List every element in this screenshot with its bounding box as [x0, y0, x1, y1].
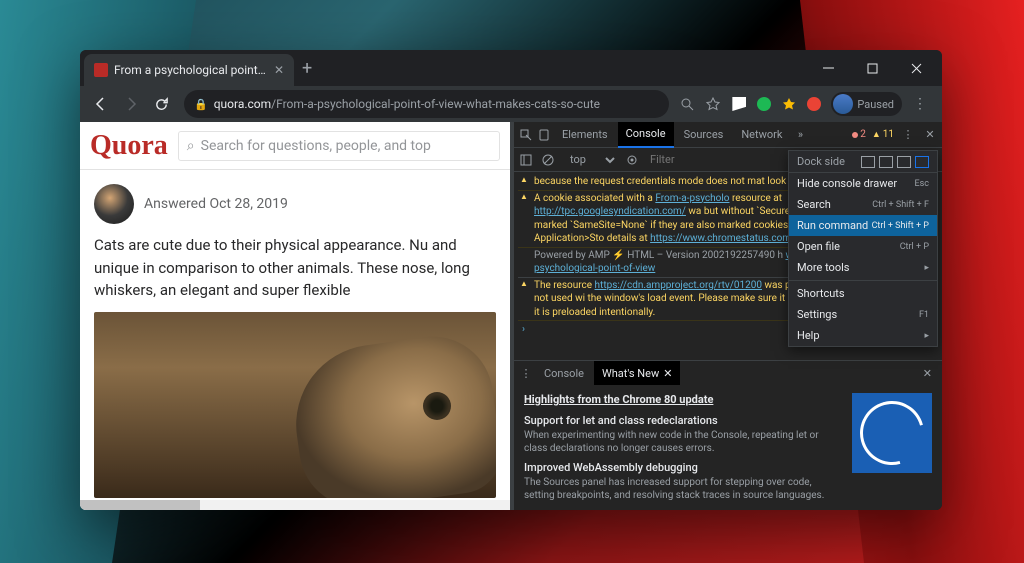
extension-flag-icon[interactable] [731, 96, 747, 112]
dock-side-row: Dock side [789, 151, 937, 173]
drawer-paragraph: When experimenting with new code in the … [524, 429, 842, 455]
dock-undock-icon[interactable] [861, 156, 875, 168]
menu-item-settings[interactable]: SettingsF1 [789, 304, 937, 325]
dock-bottom-icon[interactable] [897, 156, 911, 168]
menu-item-run-command[interactable]: Run commandCtrl + Shift + P [789, 215, 937, 236]
device-icon[interactable] [536, 127, 552, 143]
profile-label: Paused [857, 98, 894, 111]
titlebar: From a psychological point of vie ✕ + [80, 50, 942, 86]
search-placeholder: Search for questions, people, and top [201, 138, 431, 154]
answered-date: Answered Oct 28, 2019 [144, 196, 288, 212]
inspect-icon[interactable] [518, 127, 534, 143]
menu-button[interactable]: ⋮ [912, 96, 928, 112]
tab-close-icon[interactable]: ✕ [663, 367, 672, 380]
console-sidebar-icon[interactable] [518, 152, 534, 168]
dock-left-icon[interactable] [879, 156, 893, 168]
drawer-heading: Support for let and class redeclarations [524, 414, 842, 427]
maximize-button[interactable] [850, 53, 894, 83]
tab-elements[interactable]: Elements [554, 122, 616, 148]
warning-badge[interactable]: ▲11 [872, 129, 894, 140]
close-button[interactable] [894, 53, 938, 83]
menu-item-help[interactable]: Help▸ [789, 325, 937, 346]
context-select[interactable]: top [562, 151, 618, 169]
menu-item-open-file[interactable]: Open fileCtrl + P [789, 236, 937, 257]
tab-network[interactable]: Network [733, 122, 790, 148]
drawer-tabs: ⋮ Console What's New ✕ ✕ [514, 361, 942, 385]
extension-star-icon[interactable] [781, 96, 797, 112]
chrome-window: From a psychological point of vie ✕ + 🔒 … [80, 50, 942, 510]
more-tabs-icon[interactable]: » [792, 127, 808, 143]
drawer-tab-console[interactable]: Console [536, 361, 592, 385]
lock-icon: 🔒 [194, 98, 208, 111]
menu-item-more-tools[interactable]: More tools▸ [789, 257, 937, 278]
devtools-close-icon[interactable]: ✕ [922, 127, 938, 143]
settings-icon[interactable]: ⋮ [900, 127, 916, 143]
menu-separator [789, 280, 937, 281]
quora-search[interactable]: ⌕ Search for questions, people, and top [178, 131, 500, 161]
favicon-icon [94, 63, 108, 77]
drawer-paragraph: The Sources panel has increased support … [524, 476, 842, 502]
search-icon: ⌕ [187, 138, 195, 154]
url: quora.com/From-a-psychological-point-of-… [214, 97, 660, 111]
extension-green-icon[interactable] [757, 97, 771, 111]
tab-console[interactable]: Console [618, 122, 674, 148]
menu-item-search[interactable]: SearchCtrl + Shift + F [789, 194, 937, 215]
drawer-heading: Improved WebAssembly debugging [524, 461, 842, 474]
toolbar-actions: Paused ⋮ [679, 92, 934, 116]
extension-red-icon[interactable] [807, 97, 821, 111]
devtools-drawer: ⋮ Console What's New ✕ ✕ Highlights from… [514, 360, 942, 510]
tab-close-icon[interactable]: ✕ [274, 63, 284, 77]
horizontal-scrollbar[interactable] [80, 500, 510, 510]
menu-item-hide-console-drawer[interactable]: Hide console drawerEsc [789, 173, 937, 194]
drawer-title: Highlights from the Chrome 80 update [524, 393, 842, 406]
browser-tab[interactable]: From a psychological point of vie ✕ [84, 54, 294, 86]
avatar-icon [833, 94, 853, 114]
dock-right-icon[interactable] [915, 156, 929, 168]
profile-button[interactable]: Paused [831, 92, 902, 116]
error-badge[interactable]: 2 [852, 129, 866, 140]
quora-logo[interactable]: Quora [90, 130, 168, 162]
answer-image [94, 312, 496, 498]
window-controls [806, 53, 938, 83]
devtools-menu: Dock side Hide console drawerEscSearchCt… [788, 150, 938, 347]
tab-title: From a psychological point of vie [114, 63, 268, 77]
live-expression-icon[interactable] [624, 152, 640, 168]
author-avatar[interactable] [94, 184, 134, 224]
new-tab-button[interactable]: + [302, 58, 312, 79]
forward-button[interactable] [118, 91, 144, 117]
page-viewport[interactable]: Quora ⌕ Search for questions, people, an… [80, 122, 510, 510]
minimize-button[interactable] [806, 53, 850, 83]
dock-side-label: Dock side [797, 155, 845, 168]
scrollbar-thumb[interactable] [80, 500, 200, 510]
back-button[interactable] [88, 91, 114, 117]
quora-header: Quora ⌕ Search for questions, people, an… [80, 122, 510, 170]
menu-item-shortcuts[interactable]: Shortcuts [789, 283, 937, 304]
content-area: Quora ⌕ Search for questions, people, an… [80, 122, 942, 510]
devtools-tabs: Elements Console Sources Network » 2 ▲11… [514, 122, 942, 148]
devtools-badges: 2 ▲11 ⋮ ✕ [852, 127, 938, 143]
star-icon[interactable] [705, 96, 721, 112]
drawer-menu-icon[interactable]: ⋮ [518, 365, 534, 381]
drawer-body: Highlights from the Chrome 80 update Sup… [514, 385, 942, 510]
clear-console-icon[interactable] [540, 152, 556, 168]
answer-text: Cats are cute due to their physical appe… [80, 230, 510, 312]
devtools: Elements Console Sources Network » 2 ▲11… [514, 122, 942, 510]
drawer-tab-whatsnew[interactable]: What's New ✕ [594, 361, 680, 385]
tab-sources[interactable]: Sources [676, 122, 732, 148]
answer-meta: Answered Oct 28, 2019 [80, 170, 510, 230]
addressbar[interactable]: 🔒 quora.com/From-a-psychological-point-o… [184, 90, 669, 118]
drawer-illustration [852, 393, 932, 473]
drawer-close-icon[interactable]: ✕ [917, 367, 938, 380]
zoom-icon[interactable] [679, 96, 695, 112]
reload-button[interactable] [148, 91, 174, 117]
toolbar: 🔒 quora.com/From-a-psychological-point-o… [80, 86, 942, 122]
